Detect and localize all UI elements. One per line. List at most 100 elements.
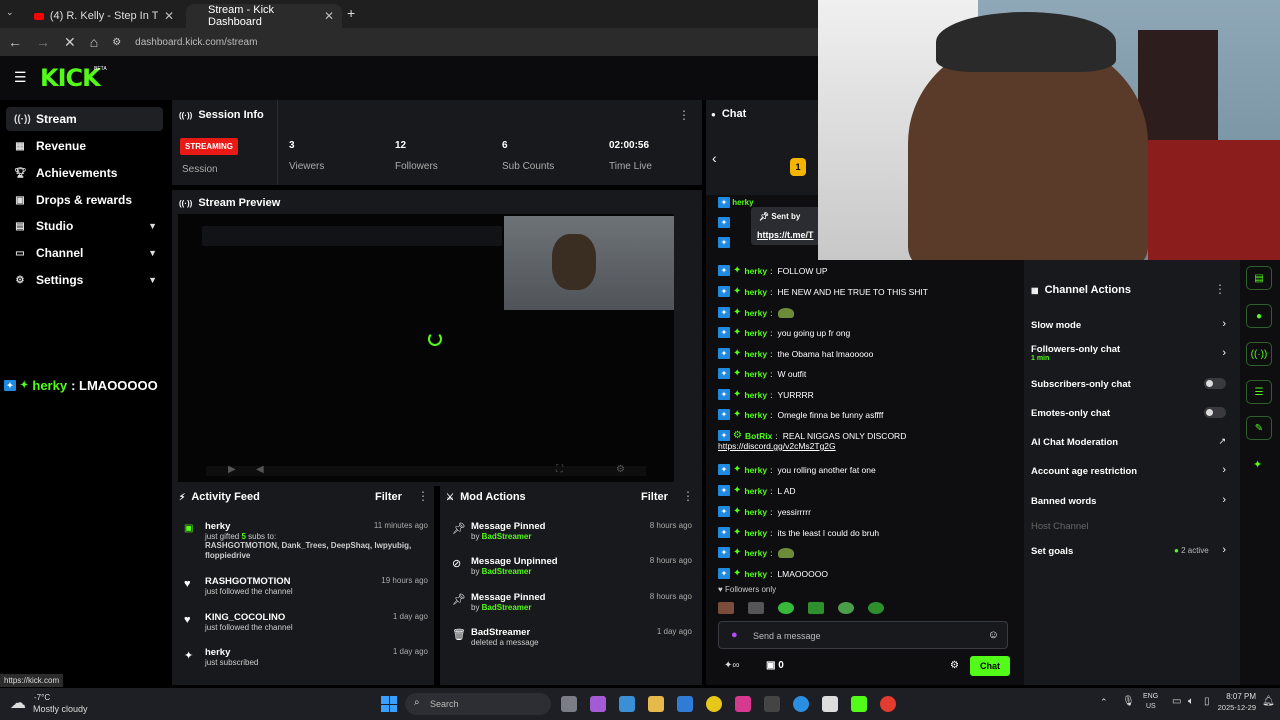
windows-start-icon[interactable] — [381, 696, 397, 712]
chat-message[interactable]: ✦ ✦ herky: FOLLOW UP — [718, 265, 828, 276]
activity-filter-button[interactable]: Filter — [375, 491, 402, 503]
emote-icon[interactable] — [838, 602, 854, 614]
sidebar-item-channel[interactable]: ▭ Channel ▼ — [6, 241, 163, 265]
chat-username[interactable]: BotRix — [745, 431, 772, 441]
chat-username[interactable]: herky — [744, 465, 767, 475]
app-icon[interactable] — [735, 696, 751, 712]
chat-message[interactable]: ✦ ✦ herky: — [718, 547, 795, 558]
emote-icon[interactable] — [718, 602, 734, 614]
app-icon[interactable] — [706, 696, 722, 712]
tab-close-icon[interactable]: ✕ — [324, 9, 334, 23]
pinned-message[interactable]: ✦ herky — [718, 197, 754, 208]
volume-icon[interactable]: 🔈︎ — [1188, 696, 1194, 707]
followers-only-row[interactable]: Followers-only chat 1 min — [1031, 344, 1231, 362]
chat-icon[interactable]: ● — [1246, 304, 1272, 328]
emote-icon[interactable] — [868, 602, 884, 614]
obs-icon[interactable] — [764, 696, 780, 712]
battery-icon[interactable]: ▯ — [1204, 696, 1210, 707]
network-icon[interactable]: ▭ — [1172, 696, 1181, 707]
chat-message[interactable]: ✦ ✦ herky: HE NEW AND HE TRUE TO THIS SHIT — [718, 286, 928, 297]
sidebar-item-settings[interactable]: ⚙ Settings ▼ — [6, 268, 163, 292]
chat-username[interactable]: herky — [744, 266, 767, 276]
chat-message[interactable]: ✦ ✦ herky: the Obama hat lmaooooo — [718, 348, 873, 359]
chat-username[interactable]: herky — [744, 486, 767, 496]
stream-preview-video[interactable]: ▶ ◀ ⛶ ⚙ — [178, 214, 674, 482]
ai-moderation-row[interactable]: AI Chat Moderation — [1031, 437, 1231, 448]
emote-icon[interactable] — [808, 602, 824, 614]
more-options-icon[interactable]: ⋮ — [682, 489, 694, 503]
sidebar-item-studio[interactable]: ▤ Studio ▼ — [6, 214, 163, 238]
sidebar-item-drops[interactable]: ▣ Drops & rewards — [6, 188, 163, 212]
site-info-icon[interactable]: ⚙ — [112, 37, 121, 48]
chat-message[interactable]: ✦ ⚙ BotRix: REAL NIGGAS ONLY DISCORD — [718, 430, 906, 441]
weather-icon[interactable]: ☁ — [10, 693, 26, 713]
notification-icon[interactable]: 🔔︎ — [1262, 696, 1275, 707]
chat-username[interactable]: herky — [744, 369, 767, 379]
clock-time[interactable]: 8:07 PM — [1224, 692, 1256, 701]
chat-message[interactable]: ✦ ✦ herky: you rolling another fat one — [718, 464, 876, 475]
emoji-icon[interactable]: ☺ — [988, 629, 999, 641]
sidebar-item-stream[interactable]: ((·)) Stream — [6, 107, 163, 131]
new-tab-icon[interactable]: + — [347, 5, 355, 21]
sidebar-item-revenue[interactable]: ▦ Revenue — [6, 134, 163, 158]
microphone-icon[interactable]: ● — [731, 629, 738, 641]
emotes-only-toggle[interactable] — [1204, 407, 1226, 418]
subscribers-only-toggle[interactable] — [1204, 378, 1226, 389]
back-icon[interactable]: ← — [8, 34, 22, 50]
chat-input[interactable]: ● Send a message ☺ — [718, 621, 1008, 649]
points-icon[interactable]: ✦∞ — [724, 660, 740, 671]
taskbar-search[interactable]: ⌕ Search — [405, 693, 551, 715]
wrench-icon[interactable]: ✎ — [1246, 416, 1272, 440]
external-link-icon[interactable]: ↗ — [1218, 436, 1226, 447]
emote-icon[interactable] — [778, 602, 794, 614]
slow-mode-row[interactable]: Slow mode — [1031, 320, 1231, 331]
tab-close-icon[interactable]: ✕ — [164, 9, 174, 23]
chat-message[interactable]: ✦ ✦ herky: Omegle finna be funny asffff — [718, 409, 883, 420]
chat-message[interactable]: ✦ ✦ herky: LMAOOOOO — [718, 568, 828, 579]
more-options-icon[interactable]: ⋮ — [1214, 282, 1226, 296]
kick-app-icon[interactable] — [851, 696, 867, 712]
chat-username[interactable]: herky — [744, 528, 767, 538]
broadcast-icon[interactable]: ((·)) — [1246, 342, 1272, 366]
forward-icon[interactable]: → — [36, 34, 50, 50]
tab-list-chevron-icon[interactable]: ⌄ — [6, 7, 14, 18]
chat-username[interactable]: herky — [744, 507, 767, 517]
chat-message[interactable]: ✦ ✦ herky: W outfit — [718, 368, 806, 379]
chat-username[interactable]: herky — [744, 390, 767, 400]
fullscreen-icon[interactable]: ⛶ — [556, 464, 563, 475]
tab-kick-dashboard[interactable]: Stream - Kick Dashboard ✕ — [186, 4, 342, 28]
file-explorer-icon[interactable] — [648, 696, 664, 712]
more-options-icon[interactable]: ⋮ — [678, 108, 690, 122]
outlook-icon[interactable] — [677, 696, 693, 712]
chat-username[interactable]: herky — [744, 308, 767, 318]
chat-username[interactable]: herky — [744, 569, 767, 579]
task-view-icon[interactable] — [561, 696, 577, 712]
chat-username[interactable]: herky — [744, 287, 767, 297]
store-icon[interactable] — [822, 696, 838, 712]
chat-message[interactable]: ✦ ✦ herky: YURRRR — [718, 389, 814, 400]
chat-message[interactable]: ✦ ✦ herky: L AD — [718, 485, 796, 496]
notes-icon[interactable]: ▤ — [1246, 266, 1272, 290]
emote-icon[interactable] — [748, 602, 764, 614]
volume-icon[interactable]: ◀ — [256, 464, 264, 475]
add-widget-icon[interactable]: ✦ — [1253, 458, 1262, 471]
chevron-right-icon[interactable]: › — [1222, 494, 1226, 506]
banned-words-row[interactable]: Banned words — [1031, 496, 1231, 507]
chat-username[interactable]: herky — [744, 548, 767, 558]
home-icon[interactable]: ⌂ — [90, 34, 98, 50]
chevron-right-icon[interactable]: › — [1222, 347, 1226, 359]
play-icon[interactable]: ▶ — [228, 464, 236, 475]
chat-username[interactable]: herky — [744, 328, 767, 338]
language-label[interactable]: ENG — [1143, 693, 1158, 700]
mod-filter-button[interactable]: Filter — [641, 491, 668, 503]
chat-message[interactable]: ✦ ✦ herky: its the least I could do bruh — [718, 527, 879, 538]
chat-link[interactable]: https://discord.gg/v2cMs2Tg2G — [718, 441, 836, 451]
tray-chevron-icon[interactable]: ⌃ — [1100, 697, 1108, 708]
pinned-link[interactable]: https://t.me/T — [757, 230, 814, 240]
chat-message[interactable]: ✦ ✦ herky: you going up fr ong — [718, 327, 850, 338]
back-arrow-icon[interactable]: ‹ — [712, 150, 717, 166]
url-field[interactable]: dashboard.kick.com/stream — [135, 37, 257, 48]
chat-username[interactable]: herky — [744, 349, 767, 359]
account-age-row[interactable]: Account age restriction — [1031, 466, 1231, 477]
chrome-icon[interactable] — [880, 696, 896, 712]
